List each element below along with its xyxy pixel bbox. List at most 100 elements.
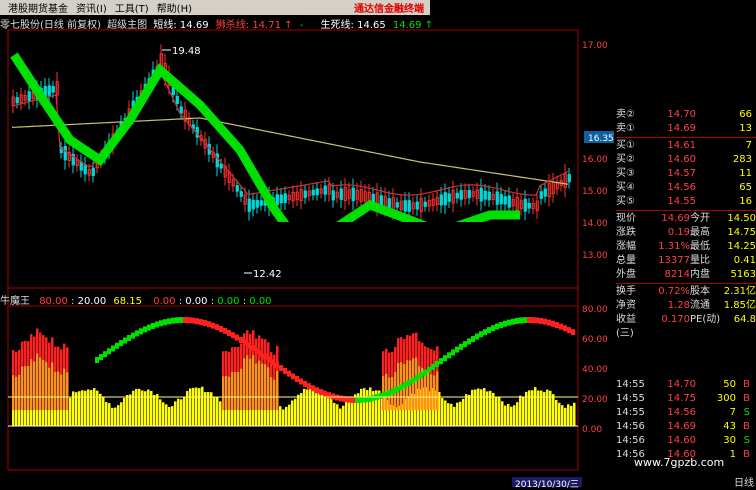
ind-bar bbox=[495, 396, 498, 426]
ind-bar bbox=[474, 389, 477, 426]
ind-bar bbox=[450, 403, 453, 426]
ind-bar bbox=[465, 394, 468, 426]
tick-row: 14:55 14.75 300 B bbox=[616, 392, 756, 406]
ind-flame bbox=[249, 358, 252, 410]
ind-bar bbox=[90, 390, 93, 426]
ind-wave bbox=[499, 322, 503, 329]
ind-bar bbox=[327, 397, 330, 426]
high-label: 19.48 bbox=[172, 46, 201, 57]
ind-wave bbox=[251, 344, 255, 351]
stat-row-v2: 14.75 bbox=[727, 227, 756, 238]
ind-bar bbox=[552, 394, 555, 426]
stat-row-v2: 5163 bbox=[730, 269, 756, 280]
ind-flame bbox=[433, 375, 436, 410]
ind-axis-label: 20.00 bbox=[582, 395, 608, 405]
stat-row-l2: 最低 bbox=[690, 241, 710, 252]
tick-vol: 30 bbox=[723, 435, 736, 446]
ind-wave bbox=[195, 318, 199, 325]
ind-bar bbox=[297, 394, 300, 426]
tick-row: 14:56 14.69 43 B bbox=[616, 420, 756, 434]
ind-bar bbox=[444, 400, 447, 426]
bid-row[interactable]: 买① 14.61 7 bbox=[616, 139, 756, 153]
ask-row[interactable]: 卖① 14.69 13 bbox=[616, 122, 756, 136]
ind-v7: 0.00 bbox=[249, 296, 272, 307]
bid-row[interactable]: 买⑤ 14.55 16 bbox=[616, 195, 756, 209]
tick-vol: 7 bbox=[729, 407, 736, 418]
ind-bar bbox=[528, 390, 531, 426]
ind-wave bbox=[283, 367, 287, 374]
bid-row[interactable]: 买③ 14.57 11 bbox=[616, 167, 756, 181]
ind-wave bbox=[471, 335, 475, 342]
bid-row[interactable]: 买④ 14.56 65 bbox=[616, 181, 756, 195]
candle-body bbox=[179, 106, 183, 114]
ind-bar bbox=[144, 391, 147, 426]
blank-overlay bbox=[230, 222, 526, 265]
ind-wave bbox=[443, 355, 447, 362]
ask-price: 14.69 bbox=[667, 123, 696, 134]
candle-body bbox=[395, 202, 399, 208]
ind-bar bbox=[459, 401, 462, 426]
ind-bar bbox=[522, 396, 525, 426]
ind-wave bbox=[211, 322, 215, 329]
ind-bar bbox=[309, 388, 312, 426]
bid-label: 买② bbox=[616, 154, 635, 165]
candle-body bbox=[503, 196, 507, 205]
ind-bar bbox=[549, 390, 552, 426]
ind-flame bbox=[427, 372, 430, 410]
ind-wave bbox=[255, 347, 259, 354]
ind-wave bbox=[555, 322, 559, 329]
ind-bar bbox=[180, 399, 183, 426]
ind-wave bbox=[511, 318, 515, 325]
ind-wave bbox=[231, 332, 235, 339]
ind-bar bbox=[537, 390, 540, 426]
candle-body bbox=[495, 191, 499, 205]
candle-body bbox=[15, 97, 19, 104]
ind-wave bbox=[175, 317, 179, 324]
ind-v4: 0.00 bbox=[153, 296, 176, 307]
ind-v2: 20.00 bbox=[77, 296, 107, 307]
bid-row[interactable]: 买② 14.60 283 bbox=[616, 153, 756, 167]
ind-wave bbox=[503, 320, 507, 327]
stat-row-v1: 14.69 bbox=[661, 213, 690, 224]
candle-body bbox=[483, 190, 487, 200]
quote-panel: 卖② 14.70 66 卖① 14.69 13 买① 14.61 7 买② 14… bbox=[616, 108, 756, 339]
divider bbox=[616, 283, 756, 284]
candle-body bbox=[247, 198, 251, 212]
ind-flame bbox=[240, 368, 243, 410]
ask-row[interactable]: 卖② 14.70 66 bbox=[616, 108, 756, 122]
stat-row-v2: 14.25 bbox=[727, 241, 756, 252]
ind-wave bbox=[179, 317, 183, 324]
ind-flame bbox=[42, 360, 45, 410]
bid-label: 买⑤ bbox=[616, 196, 635, 207]
ind-bar bbox=[288, 404, 291, 426]
ask-label: 卖① bbox=[616, 123, 635, 134]
candle-body bbox=[459, 190, 463, 200]
divider bbox=[616, 137, 756, 138]
ind-wave bbox=[287, 370, 291, 377]
ind-wave bbox=[203, 320, 207, 327]
stat-row-v1: 13377 bbox=[658, 255, 690, 266]
ind-flame bbox=[261, 363, 264, 410]
ind-wave bbox=[523, 317, 527, 324]
ind-bar bbox=[360, 388, 363, 426]
ind-wave bbox=[399, 384, 403, 391]
ind-bar bbox=[504, 405, 507, 426]
ask-label: 卖② bbox=[616, 109, 635, 120]
bid-price: 14.56 bbox=[667, 182, 696, 193]
ind-bar bbox=[303, 388, 306, 426]
ma-long-line bbox=[11, 117, 569, 185]
candle-body bbox=[315, 188, 319, 196]
candle-body bbox=[235, 185, 239, 192]
ind-wave bbox=[507, 319, 511, 326]
tick-bs: B bbox=[743, 421, 750, 432]
ind-wave bbox=[167, 318, 171, 325]
bid-price: 14.60 bbox=[667, 154, 696, 165]
ind-wave bbox=[259, 350, 263, 357]
ind-bar bbox=[300, 393, 303, 426]
stat-row-l2: 最高 bbox=[690, 227, 710, 238]
ind-flame bbox=[45, 362, 48, 410]
ind-wave bbox=[155, 321, 159, 328]
stat-row-v1: 1.31% bbox=[658, 241, 690, 252]
ind-wave bbox=[535, 317, 539, 324]
tick-row: 14:55 14.56 7 S bbox=[616, 406, 756, 420]
